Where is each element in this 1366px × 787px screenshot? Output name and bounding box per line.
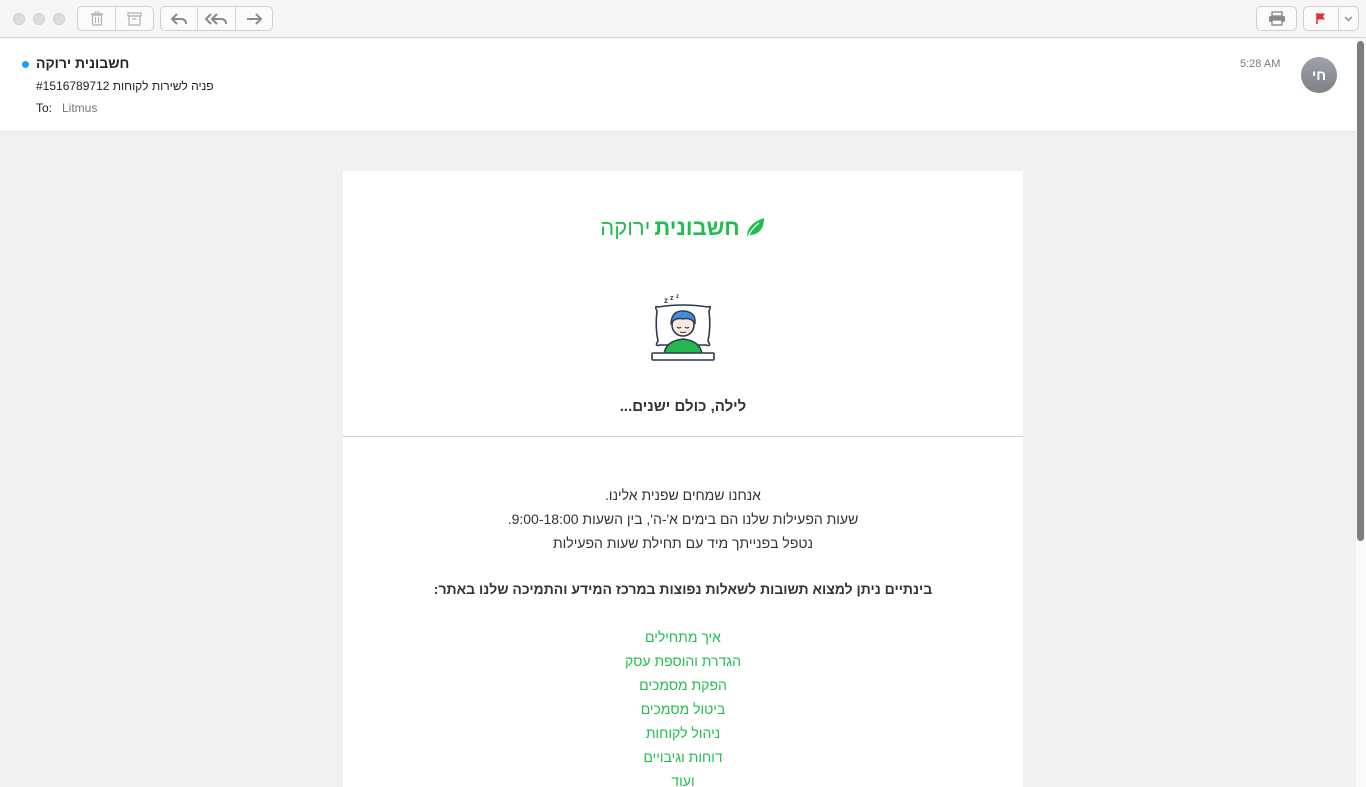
window-zoom-button[interactable] <box>53 13 65 25</box>
reply-group <box>160 6 273 31</box>
unread-indicator <box>22 61 29 68</box>
svg-text:z: z <box>676 294 679 300</box>
recipient-name[interactable]: Litmus <box>62 101 97 115</box>
faq-heading: בינתיים ניתן למצוא תשובות לשאלות נפוצות … <box>433 581 933 597</box>
forward-icon <box>246 12 262 25</box>
leaf-icon <box>746 218 764 239</box>
logo-text-bold: חשבונית <box>654 215 740 240</box>
flag-menu-button[interactable] <box>1339 7 1358 30</box>
sleeping-person-icon: z z z <box>651 294 715 361</box>
email-body: חשבונית ירוקה z z z לילה, כולם ישנים... … <box>343 171 1023 787</box>
svg-text:z: z <box>670 295 674 302</box>
body-line: נטפל בפנייתך מיד עם תחילת שעות הפעילות <box>553 535 813 551</box>
print-group <box>1256 6 1297 31</box>
forward-button[interactable] <box>236 7 272 30</box>
body-line: שעות הפעילות שלנו הם בימים א'-ה', בין הש… <box>507 511 859 527</box>
help-link-customer-management[interactable]: ניהול לקוחות <box>343 725 1023 741</box>
help-link-more[interactable]: ועוד <box>343 773 1023 787</box>
brand-logo: חשבונית ירוקה <box>343 215 1023 241</box>
message-time: 5:28 AM <box>1240 58 1281 70</box>
divider <box>343 436 1023 437</box>
help-link-issuing-documents[interactable]: הפקת מסמכים <box>343 677 1023 693</box>
avatar: חי <box>1301 57 1337 93</box>
archive-icon <box>127 12 142 26</box>
window-minimize-button[interactable] <box>33 13 45 25</box>
help-link-business-setup[interactable]: הגדרת והוספת עסק <box>343 653 1023 669</box>
delete-button[interactable] <box>78 7 116 30</box>
help-link-cancel-documents[interactable]: ביטול מסמכים <box>343 701 1023 717</box>
help-link-getting-started[interactable]: איך מתחילים <box>343 629 1023 645</box>
night-title: לילה, כולם ישנים... <box>619 398 747 415</box>
svg-text:z: z <box>664 296 668 305</box>
reply-all-icon <box>205 12 228 25</box>
reply-all-button[interactable] <box>198 7 236 30</box>
body-line: אנחנו שמחים שפנית אלינו. <box>605 487 761 503</box>
archive-button[interactable] <box>116 7 153 30</box>
message-header: חשבונית ירוקה פניה לשירות לקוחות #151678… <box>0 39 1356 132</box>
print-button[interactable] <box>1257 7 1296 30</box>
print-icon <box>1268 11 1285 26</box>
window-close-button[interactable] <box>13 13 25 25</box>
toolbar <box>0 0 1366 38</box>
chevron-down-icon <box>1344 16 1353 21</box>
reply-button[interactable] <box>161 7 199 30</box>
reply-icon <box>171 12 188 25</box>
delete-archive-group <box>77 6 154 31</box>
flag-button[interactable] <box>1304 7 1339 30</box>
help-link-reports-backups[interactable]: דוחות וגיבויים <box>343 749 1023 765</box>
message-subject: פניה לשירות לקוחות #1516789712 <box>36 79 214 93</box>
logo-text-light: ירוקה <box>600 215 651 240</box>
trash-icon <box>90 11 103 26</box>
flag-group <box>1303 6 1359 31</box>
flag-icon <box>1316 13 1325 24</box>
to-label: To: <box>36 101 53 115</box>
scrollbar-thumb[interactable] <box>1357 41 1364 541</box>
sender-name[interactable]: חשבונית ירוקה <box>36 55 129 71</box>
